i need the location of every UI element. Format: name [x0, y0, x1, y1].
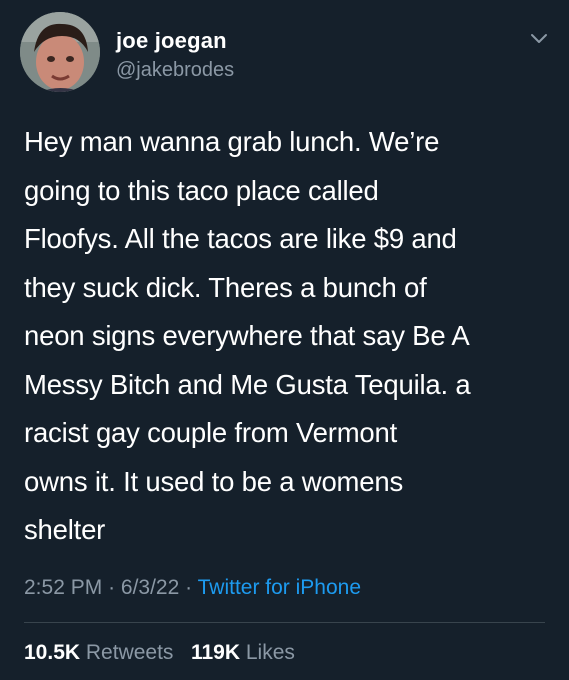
meta-separator: ·	[108, 576, 116, 599]
tweet-text: Hey man wanna grab lunch. We’re going to…	[24, 126, 471, 545]
avatar[interactable]	[20, 12, 100, 92]
avatar-image	[20, 12, 100, 92]
chevron-down-icon[interactable]	[528, 27, 550, 49]
tweet-stats: 10.5K Retweets 119K Likes	[24, 641, 295, 665]
tweet-metadata: 2:52 PM · 6/3/22 · Twitter for iPhone	[24, 576, 361, 600]
display-name[interactable]: joe joegan	[116, 28, 227, 54]
tweet-date[interactable]: 6/3/22	[121, 576, 179, 599]
tweet-time[interactable]: 2:52 PM	[24, 576, 102, 599]
likes-count: 119K	[190, 641, 240, 664]
likes-label: Likes	[245, 641, 295, 664]
divider	[24, 622, 545, 623]
tweet-source-link[interactable]: Twitter for iPhone	[198, 576, 361, 599]
retweets-label: Retweets	[85, 641, 174, 664]
likes-stat[interactable]: 119K Likes	[191, 641, 295, 664]
retweets-stat[interactable]: 10.5K Retweets	[24, 641, 179, 664]
retweets-count: 10.5K	[24, 641, 81, 664]
tweet-card: joe joegan @jakebrodes Hey man wanna gra…	[0, 0, 569, 680]
meta-separator: ·	[185, 576, 193, 599]
user-handle[interactable]: @jakebrodes	[116, 59, 234, 82]
